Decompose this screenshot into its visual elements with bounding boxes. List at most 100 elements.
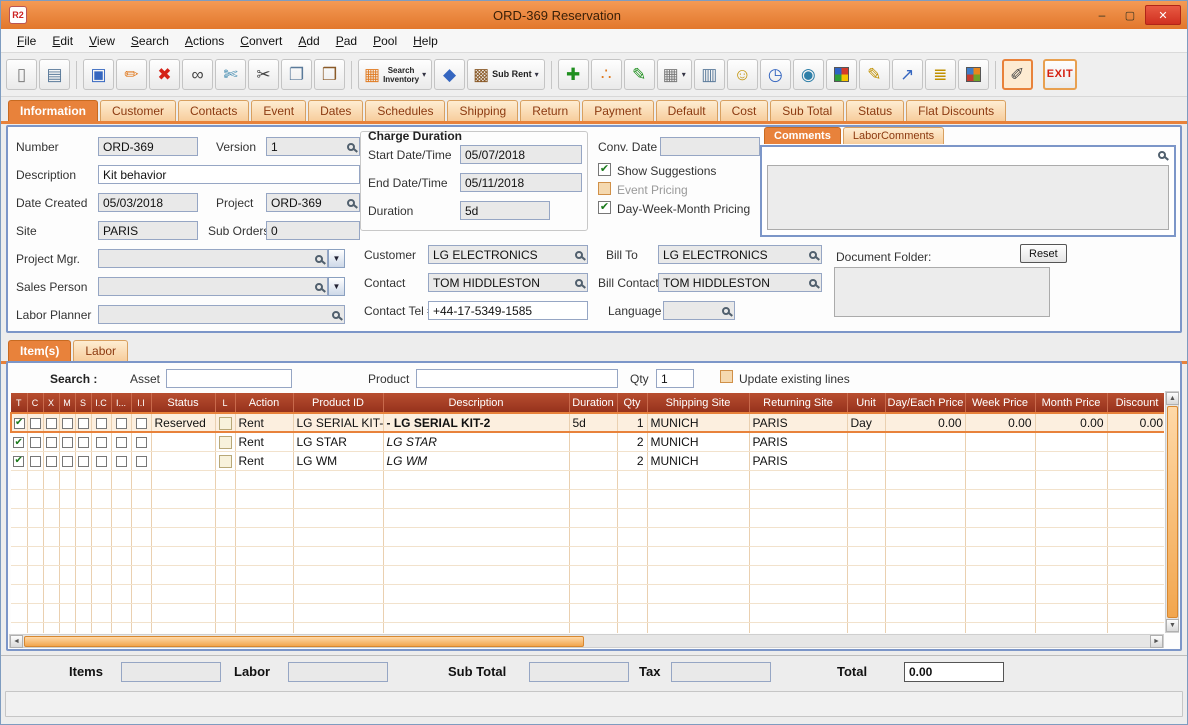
notes-button[interactable]: ✎ (858, 59, 890, 90)
delete-button[interactable]: ✖ (149, 59, 180, 90)
line-note-icon[interactable] (218, 454, 232, 468)
tab-contacts[interactable]: Contacts (178, 100, 250, 121)
tab-cost[interactable]: Cost (719, 100, 769, 121)
col-i2[interactable]: I... (111, 393, 132, 413)
search-icon[interactable] (809, 278, 817, 287)
tab-dates[interactable]: Dates (308, 100, 364, 121)
row-checkbox[interactable] (95, 417, 107, 429)
col-ii[interactable]: I.I (131, 393, 152, 413)
table-row[interactable]: ✔ Rent LG WM LG WM 2 MUNICH PARIS (11, 451, 1164, 471)
wand-button[interactable]: ✐ (1001, 59, 1033, 90)
col-product-id[interactable]: Product ID (293, 393, 384, 413)
rubik-cube-button[interactable] (825, 59, 857, 90)
cd-button[interactable]: ◉ (792, 59, 824, 90)
number-field[interactable]: ORD-369 (98, 137, 198, 156)
chevron-down-icon[interactable]: ▾ (682, 70, 686, 79)
horizontal-scrollbar-thumb[interactable] (24, 636, 584, 647)
menu-actions[interactable]: Actions (177, 31, 232, 51)
row-checkbox[interactable] (29, 437, 41, 449)
menu-help[interactable]: Help (405, 31, 446, 51)
search-icon[interactable] (1158, 151, 1166, 159)
tab-comments[interactable]: Comments (764, 127, 841, 144)
scroll-right-icon[interactable]: ► (1150, 635, 1163, 648)
col-action[interactable]: Action (235, 393, 294, 413)
minimize-button[interactable]: – (1089, 5, 1115, 25)
col-qty[interactable]: Qty (617, 393, 648, 413)
tab-flat-discounts[interactable]: Flat Discounts (906, 100, 1007, 121)
reset-button[interactable]: Reset (1020, 244, 1067, 263)
tax-field[interactable] (671, 662, 771, 682)
asset-search-input[interactable] (166, 369, 292, 388)
table-row-empty[interactable] (11, 565, 1164, 585)
language-field[interactable] (663, 301, 735, 320)
event-pricing-checkbox[interactable] (598, 182, 611, 195)
col-status[interactable]: Status (151, 393, 216, 413)
save-button[interactable]: ▣ (83, 59, 114, 90)
tab-schedules[interactable]: Schedules (365, 100, 446, 121)
row-checkbox[interactable] (77, 437, 89, 449)
bill-to-field[interactable]: LG ELECTRONICS (658, 245, 822, 264)
menu-pad[interactable]: Pad (328, 31, 365, 51)
items-total-field[interactable] (121, 662, 221, 682)
menu-convert[interactable]: Convert (232, 31, 290, 51)
sub-total-field[interactable] (529, 662, 629, 682)
search-icon[interactable] (575, 250, 583, 259)
note-edit-button[interactable]: ✎ (623, 59, 655, 90)
vertical-scrollbar[interactable]: ▲ ▼ (1165, 391, 1179, 633)
add-line-button[interactable]: ✚ (557, 59, 589, 90)
product-search-input[interactable] (416, 369, 618, 388)
table-row[interactable]: ✔ Reserved Rent LG SERIAL KIT-2 - LG SER… (10, 412, 1164, 433)
row-checkbox[interactable] (135, 437, 147, 449)
tab-event[interactable]: Event (251, 100, 307, 121)
qty-input[interactable]: 1 (656, 369, 694, 388)
search-icon[interactable] (347, 142, 355, 151)
show-suggestions-checkbox[interactable]: ✔ (598, 163, 611, 176)
row-checkbox[interactable] (61, 437, 73, 449)
menu-search[interactable]: Search (123, 31, 177, 51)
row-checkbox[interactable] (115, 437, 127, 449)
row-checkbox[interactable] (61, 417, 73, 429)
date-created-field[interactable]: 05/03/2018 (98, 193, 198, 212)
duration-field[interactable]: 5d (460, 201, 550, 220)
line-note-icon[interactable] (218, 416, 232, 430)
col-x[interactable]: X (43, 393, 60, 413)
row-checkbox[interactable] (29, 455, 41, 467)
close-button[interactable]: ✕ (1145, 5, 1181, 25)
update-existing-lines-checkbox[interactable] (720, 370, 733, 383)
cut-button[interactable]: ✂ (248, 59, 279, 90)
tab-items[interactable]: Item(s) (8, 340, 72, 361)
line-note-icon[interactable] (218, 435, 232, 449)
group-button[interactable]: ∴ (590, 59, 622, 90)
col-ic[interactable]: I.C (91, 393, 112, 413)
col-unit[interactable]: Unit (847, 393, 886, 413)
row-checkbox[interactable] (77, 455, 89, 467)
col-shipping-site[interactable]: Shipping Site (647, 393, 750, 413)
version-field[interactable]: 1 (266, 137, 360, 156)
scroll-up-icon[interactable]: ▲ (1166, 392, 1179, 405)
row-checkbox[interactable] (95, 437, 107, 449)
table-row[interactable]: ✔ Rent LG STAR LG STAR 2 MUNICH PARIS (11, 432, 1164, 452)
row-select-checkbox[interactable]: ✔ (13, 417, 25, 429)
col-c[interactable]: C (27, 393, 44, 413)
contact-tel-field[interactable]: +44-17-5349-1585 (428, 301, 588, 320)
end-date-field[interactable]: 05/11/2018 (460, 173, 582, 192)
menu-file[interactable]: File (9, 31, 44, 51)
vertical-scrollbar-thumb[interactable] (1167, 406, 1178, 618)
contact-field[interactable]: TOM HIDDLESTON (428, 273, 588, 292)
chevron-down-icon[interactable]: ▾ (422, 70, 426, 79)
col-t[interactable]: T (11, 393, 28, 413)
row-checkbox[interactable] (45, 417, 57, 429)
row-select-checkbox[interactable]: ✔ (13, 455, 25, 467)
find-button[interactable]: ∞ (182, 59, 213, 90)
total-field[interactable]: 0.00 (904, 662, 1004, 682)
new-document-button[interactable]: ▯ (6, 59, 37, 90)
row-checkbox[interactable] (45, 437, 57, 449)
table-row-empty[interactable] (11, 508, 1164, 528)
search-icon[interactable] (332, 310, 340, 319)
search-icon[interactable] (347, 198, 355, 207)
tab-shipping[interactable]: Shipping (447, 100, 519, 121)
row-checkbox[interactable] (61, 455, 73, 467)
search-inventory-button[interactable]: ▦ Search Inventory ▾ (358, 59, 433, 90)
tab-default[interactable]: Default (655, 100, 718, 121)
col-duration[interactable]: Duration (569, 393, 618, 413)
